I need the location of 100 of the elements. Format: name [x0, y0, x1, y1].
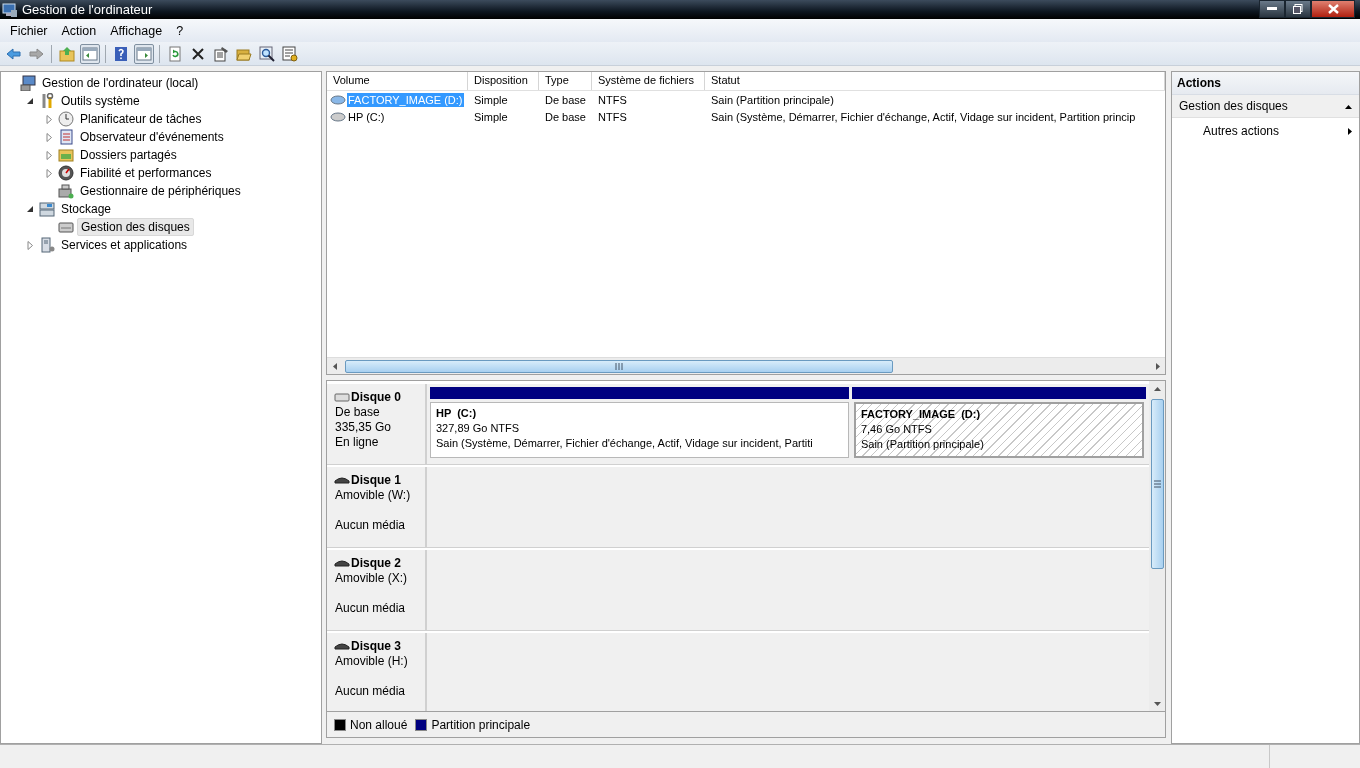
partition-size: 327,89 Go NTFS [436, 421, 521, 436]
scroll-thumb[interactable] [1150, 399, 1164, 569]
table-cell-text: Sain (Partition principale) [710, 93, 835, 106]
column-header[interactable]: Type [539, 72, 592, 90]
tree-item[interactable]: Gestion de l'ordinateur (local) [39, 75, 202, 91]
search-icon [259, 45, 275, 62]
tree-item[interactable]: Gestionnaire de périphériques [77, 183, 244, 199]
expand-arrow-icon[interactable] [43, 168, 55, 178]
disk-status: En ligne [335, 435, 380, 450]
partition-size: 7,46 Go NTFS [860, 422, 933, 437]
delete-icon [190, 45, 206, 62]
scroll-thumb[interactable] [345, 359, 893, 373]
disk-name: Disque 1 [351, 473, 401, 487]
gauge-icon [58, 165, 74, 181]
disk-type: De base [335, 405, 381, 420]
properties-icon [213, 45, 229, 62]
menu-item[interactable]: Action [54, 21, 104, 40]
disk-name: Disque 3 [351, 639, 401, 653]
tree-item[interactable]: Services et applications [58, 237, 191, 253]
partition-name: FACTORY_IMAGE (D:) [860, 407, 982, 422]
drive-icon [334, 641, 350, 651]
table-cell-text: De base [544, 110, 587, 123]
expand-arrow-icon[interactable] [43, 150, 55, 160]
folder-up-icon [59, 45, 75, 62]
partition-name: HP (C:) [436, 406, 478, 421]
disk-status: Aucun média [335, 684, 407, 699]
minimize-icon [1267, 7, 1277, 11]
vertical-scrollbar[interactable] [1149, 381, 1165, 711]
tree-item[interactable]: Planificateur de tâches [77, 111, 205, 127]
drive-icon [334, 392, 350, 402]
clock-icon [58, 111, 74, 127]
section-title: Gestion des disques [1179, 99, 1288, 113]
log-icon [58, 129, 74, 145]
window-title: Gestion de l'ordinateur [22, 2, 154, 17]
help-icon [113, 45, 129, 62]
tree-item[interactable]: Gestion des disques [77, 218, 194, 236]
legend-label: Non alloué [350, 717, 408, 732]
table-cell-text: Simple [473, 110, 509, 123]
partition-block[interactable]: FACTORY_IMAGE (D:) 7,46 Go NTFS Sain (Partition principale) [853, 402, 1144, 458]
partition-status: Sain (Partition principale) [860, 437, 985, 452]
disk-status: Aucun média [335, 518, 407, 533]
computer-icon [20, 75, 36, 91]
restore-button[interactable] [1285, 0, 1311, 18]
menu-item[interactable]: Affichage [103, 21, 170, 40]
tree-item[interactable]: Stockage [58, 201, 115, 217]
column-header[interactable]: Système de fichiers [592, 72, 705, 90]
tree-item[interactable]: Dossiers partagés [77, 147, 180, 163]
tree-item[interactable]: Outils système [58, 93, 143, 109]
table-cell-text: Simple [473, 93, 509, 106]
disk-name: Disque 0 [351, 390, 401, 404]
table-cell-text: NTFS [597, 110, 628, 123]
device-icon [58, 183, 74, 199]
computer-icon [2, 1, 18, 18]
panel-icon [136, 45, 152, 62]
close-icon [1327, 4, 1339, 14]
tree-item[interactable]: Observateur d'événements [77, 129, 227, 145]
partition-block[interactable]: HP (C:) 327,89 Go NTFS Sain (Système, Démarrer, Fichier d'échange, Actif, Vidage sur incident, Partiti [430, 402, 849, 458]
tree-item[interactable]: Fiabilité et performances [77, 165, 215, 181]
disk-size: 335,35 Go [335, 420, 393, 435]
disk-label[interactable]: Disque 3 Amovible (H:) Aucun média [327, 633, 427, 711]
minimize-button[interactable] [1259, 0, 1285, 18]
settings-icon [282, 45, 298, 62]
back-arrow-icon [5, 45, 21, 62]
drive-icon [330, 111, 346, 122]
disk-label[interactable]: Disque 1 Amovible (W:) Aucun média [327, 467, 427, 547]
folder-icon [58, 147, 74, 163]
column-header[interactable]: Statut [705, 72, 1165, 90]
expand-arrow-icon[interactable] [24, 240, 36, 250]
restore-icon [1293, 4, 1303, 14]
table-cell[interactable]: HP (C:) [347, 109, 386, 124]
actions-section-header[interactable]: Gestion des disques [1172, 95, 1359, 118]
disk-type: Amovible (X:) [335, 571, 409, 586]
menu-item[interactable]: Fichier [3, 21, 55, 40]
forward-arrow-icon [28, 45, 44, 62]
disk-type: Amovible (H:) [335, 654, 409, 669]
refresh-icon [167, 45, 183, 62]
close-button[interactable] [1311, 0, 1355, 18]
table-cell-text: NTFS [597, 93, 628, 106]
horizontal-scrollbar[interactable] [327, 357, 1165, 374]
column-header[interactable]: Disposition [468, 72, 539, 90]
drive-icon [58, 219, 74, 235]
table-cell-text: De base [544, 93, 587, 106]
disk-type: Amovible (W:) [335, 488, 412, 503]
menu-item[interactable]: ? [169, 21, 191, 40]
table-cell-text: Sain (Système, Démarrer, Fichier d'échange, Actif, Vidage sur incident, Partition princip [710, 110, 1137, 123]
legend-label: Partition principale [431, 717, 531, 732]
drive-icon [334, 558, 350, 568]
disk-label[interactable]: Disque 2 Amovible (X:) Aucun média [327, 550, 427, 630]
toolbar-button[interactable] [257, 43, 277, 64]
actions-title: Actions [1172, 72, 1359, 95]
drive-icon [334, 475, 350, 485]
expand-arrow-icon[interactable] [43, 132, 55, 142]
drive-icon [330, 94, 346, 105]
disk-label[interactable]: Disque 0 De base 335,35 Go En ligne [327, 384, 427, 464]
storage-icon [39, 201, 55, 217]
expand-arrow-icon[interactable] [43, 114, 55, 124]
action-label: Autres actions [1203, 124, 1280, 138]
server-icon [39, 237, 55, 253]
column-header[interactable]: Volume [327, 72, 468, 90]
action-item[interactable]: Autres actions [1172, 118, 1359, 142]
